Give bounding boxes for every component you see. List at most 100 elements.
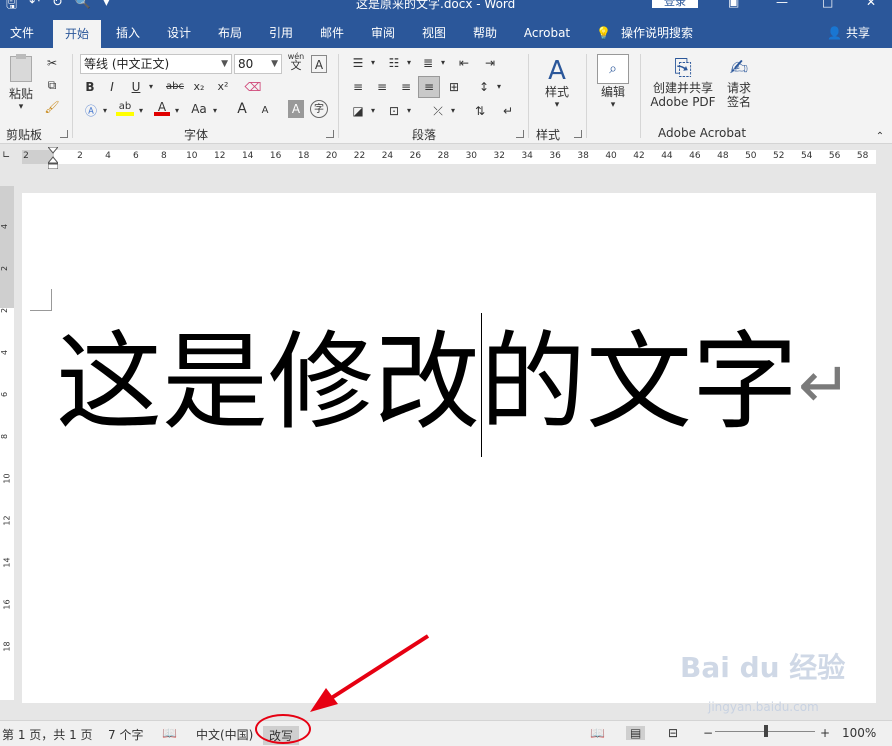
print-layout-icon[interactable]: ▤ [626,726,646,740]
chevron-down-icon[interactable]: ▾ [136,102,146,120]
line-spacing-icon[interactable]: ↕ [474,78,494,96]
undo-icon[interactable]: ↶ [29,0,40,12]
collapse-ribbon-icon[interactable]: ⌃ [874,128,886,146]
styles-launcher-icon[interactable] [574,130,582,138]
numbering-icon[interactable]: ☷ [384,54,404,72]
chevron-down-icon[interactable]: ▾ [494,78,504,96]
subscript-button[interactable]: x₂ [190,78,208,96]
format-painter-icon[interactable]: 🖌 [44,98,60,116]
tab-references[interactable]: 引用 [263,12,299,48]
styles-group-label: 样式 [536,128,561,142]
web-layout-icon[interactable]: ⊟ [668,726,678,740]
borders-icon[interactable]: ⊡ [384,102,404,120]
share-button[interactable]: 👤 共享 [827,12,870,48]
tab-design[interactable]: 设计 [161,12,197,48]
character-border-icon[interactable]: A [311,55,327,73]
proofing-icon[interactable]: 📖 [162,726,177,740]
font-name-dropdown[interactable]: 等线 (中文正文) ▼ [80,54,232,74]
minimize-icon[interactable]: — [776,0,788,9]
text-effects-icon[interactable]: Ⓐ [82,102,100,120]
clipboard-icon [10,54,32,82]
tab-mailings[interactable]: 邮件 [314,12,350,48]
chevron-down-icon[interactable]: ▾ [438,54,448,72]
chevron-down-icon[interactable]: ▾ [100,102,110,120]
tab-acrobat[interactable]: Acrobat [518,12,576,48]
phonetic-guide-icon[interactable]: wén 文 [286,52,306,74]
tab-file[interactable]: 文件 [4,12,40,48]
save-icon[interactable]: 🖫 [6,0,17,12]
create-share-pdf-button[interactable]: ⎘ 创建并共享 Adobe PDF [646,56,720,110]
zoom-level[interactable]: 100% [842,726,876,740]
chevron-down-icon[interactable]: ▾ [404,54,414,72]
cut-icon[interactable]: ✂ [44,54,60,72]
font-color-icon[interactable]: A [154,98,170,116]
character-shading-button[interactable]: A [288,100,304,118]
close-icon[interactable]: ✕ [866,0,876,9]
document-body-text[interactable]: 这是修改的文字 [56,318,798,448]
read-mode-icon[interactable]: 📖 [590,726,605,740]
zoom-slider-thumb[interactable] [764,725,768,737]
zoom-out-button[interactable]: − [703,726,713,740]
font-size-dropdown[interactable]: 80 ▼ [234,54,282,74]
font-launcher-icon[interactable] [326,130,334,138]
chevron-down-icon[interactable]: ▾ [368,102,378,120]
distributed-icon[interactable]: ⊞ [444,78,464,96]
customize-qat-icon[interactable]: ▾ [103,0,110,12]
enclose-characters-button[interactable]: 字 [310,100,328,118]
show-marks-icon[interactable]: ↵ [498,102,518,120]
grow-font-button[interactable]: A [234,100,250,118]
ribbon-display-icon[interactable]: ▣ [728,0,739,9]
tab-review[interactable]: 审阅 [365,12,401,48]
underline-button[interactable]: U [128,78,144,96]
zoom-in-button[interactable]: + [820,726,830,740]
print-preview-icon[interactable]: 🔍 [75,0,91,12]
decrease-indent-icon[interactable]: ⇤ [454,54,474,72]
tell-me-search[interactable]: 💡 操作说明搜索 [596,12,693,48]
italic-button[interactable]: I [104,78,120,96]
highlight-color-icon[interactable]: ab [116,98,134,116]
redo-icon[interactable]: ↻ [52,0,63,12]
chevron-down-icon[interactable]: ▾ [210,102,220,120]
language-indicator[interactable]: 中文(中国) [196,726,253,743]
bold-button[interactable]: B [82,78,98,96]
tab-insert[interactable]: 插入 [110,12,146,48]
page-count[interactable]: 第 1 页，共 1 页 [2,726,93,743]
sort-icon[interactable]: ⇅ [470,102,490,120]
tab-home[interactable]: 开始 [53,20,101,48]
clipboard-launcher-icon[interactable] [60,130,68,138]
maximize-icon[interactable]: □ [822,0,833,9]
strikethrough-button[interactable]: abc [164,78,186,96]
editing-button[interactable]: ⌕ 编辑 ▾ [594,54,632,110]
styles-button[interactable]: A 样式 ▾ [538,56,576,110]
shrink-font-button[interactable]: A [258,102,272,120]
login-button[interactable]: 登录 [652,0,698,8]
tab-help[interactable]: 帮助 [467,12,503,48]
superscript-button[interactable]: x² [214,78,232,96]
tab-selector-icon[interactable]: ∟ [2,150,14,162]
shading-icon[interactable]: ◪ [348,102,368,120]
align-right-icon[interactable]: ≡ [396,78,416,96]
tab-layout[interactable]: 布局 [212,12,248,48]
increase-indent-icon[interactable]: ⇥ [480,54,500,72]
document-page[interactable] [22,193,876,703]
chevron-down-icon[interactable]: ▾ [172,102,182,120]
request-signature-button[interactable]: ✍ 请求 签名 [722,56,756,110]
copy-icon[interactable]: ⧉ [44,76,60,94]
align-left-icon[interactable]: ≡ [348,78,368,96]
asian-layout-icon[interactable]: ⤫ [428,102,448,120]
align-center-icon[interactable]: ≡ [372,78,392,96]
chevron-down-icon[interactable]: ▾ [404,102,414,120]
clear-formatting-icon[interactable]: ⌫ [244,78,262,96]
chevron-down-icon[interactable]: ▾ [368,54,378,72]
bullets-icon[interactable]: ☰ [348,54,368,72]
justify-icon[interactable]: ≡ [418,76,440,98]
change-case-button[interactable]: Aa [188,100,210,118]
tab-view[interactable]: 视图 [416,12,452,48]
word-count[interactable]: 7 个字 [108,726,143,743]
paragraph-launcher-icon[interactable] [516,130,524,138]
chevron-down-icon[interactable]: ▾ [448,102,458,120]
paste-button[interactable]: 粘贴 ▾ [6,54,36,118]
chevron-down-icon[interactable]: ▾ [146,78,156,96]
indent-marker-icon[interactable] [46,146,60,170]
multilevel-list-icon[interactable]: ≣ [418,54,438,72]
